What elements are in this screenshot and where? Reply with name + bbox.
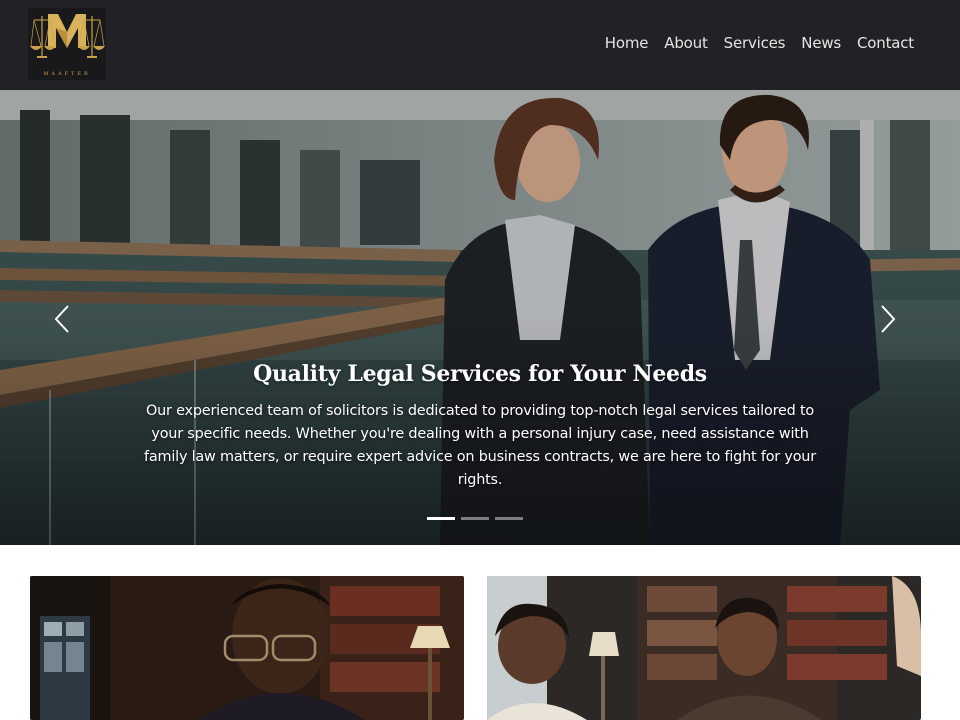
chevron-left-icon bbox=[54, 305, 69, 333]
nav-item-home[interactable]: Home bbox=[605, 33, 649, 53]
hero-title: Quality Legal Services for Your Needs bbox=[253, 361, 707, 387]
service-card-1[interactable] bbox=[30, 576, 464, 720]
chevron-right-icon bbox=[881, 305, 896, 333]
scales-of-justice-icon bbox=[30, 14, 105, 58]
main-nav: Home About Services News Contact bbox=[605, 33, 914, 53]
navbar: MAAFTER Home About Services News Contact bbox=[0, 0, 960, 90]
brand-logo[interactable]: MAAFTER bbox=[28, 8, 106, 80]
lawyer-reading-in-library-photo bbox=[30, 576, 464, 720]
service-card-2[interactable] bbox=[487, 576, 921, 720]
carousel-indicator-2[interactable] bbox=[461, 517, 489, 520]
nav-item-news[interactable]: News bbox=[801, 33, 841, 53]
nav-item-contact[interactable]: Contact bbox=[857, 33, 914, 53]
carousel-next-button[interactable] bbox=[872, 302, 902, 336]
legal-team-meeting-photo bbox=[487, 576, 921, 720]
nav-item-about[interactable]: About bbox=[664, 33, 708, 53]
nav-item-services[interactable]: Services bbox=[724, 33, 786, 53]
brand-name: MAAFTER bbox=[43, 71, 91, 77]
carousel-indicator-3[interactable] bbox=[495, 517, 523, 520]
carousel-prev-button[interactable] bbox=[48, 302, 78, 336]
carousel-indicator-1[interactable] bbox=[427, 517, 455, 520]
hero-carousel: Quality Legal Services for Your Needs Ou… bbox=[0, 90, 960, 545]
carousel-indicators bbox=[427, 517, 523, 520]
hero-description: Our experienced team of solicitors is de… bbox=[144, 403, 816, 488]
